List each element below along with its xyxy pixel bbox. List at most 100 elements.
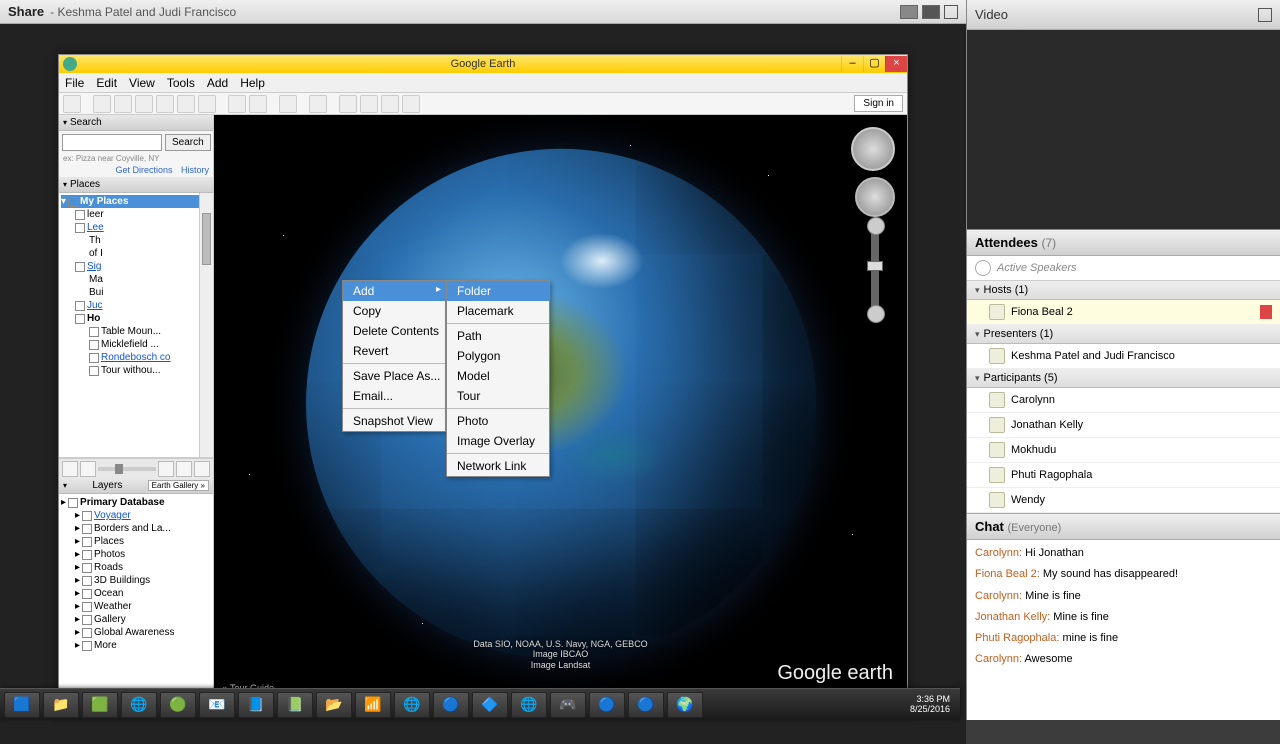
taskbar-app[interactable]: 🟦 [4, 692, 40, 718]
menu-item-copy[interactable]: Copy [343, 301, 445, 321]
places-item[interactable]: Sig [61, 260, 211, 273]
layer-item[interactable]: ▸3D Buildings [61, 574, 211, 587]
layer-item[interactable]: ▸Weather [61, 600, 211, 613]
get-directions-link[interactable]: Get Directions [115, 165, 172, 175]
history-link[interactable]: History [181, 165, 209, 175]
toolbar-btn[interactable] [63, 95, 81, 113]
places-section-header[interactable]: Places [59, 177, 213, 193]
attendee-group-header[interactable]: Participants (5) [967, 369, 1280, 388]
menu-view[interactable]: View [129, 76, 155, 90]
toolbar-btn[interactable] [309, 95, 327, 113]
menu-item-photo[interactable]: Photo [447, 411, 549, 431]
toolbar-btn[interactable] [249, 95, 267, 113]
toolbar-btn[interactable] [177, 95, 195, 113]
toolbar-btn[interactable] [114, 95, 132, 113]
attendee-item[interactable]: Mokhudu [967, 438, 1280, 463]
places-item[interactable]: of I [61, 247, 211, 260]
menu-edit[interactable]: Edit [96, 76, 117, 90]
places-item[interactable]: Rondebosch co [61, 351, 211, 364]
places-item[interactable]: Ma [61, 273, 211, 286]
search-button[interactable]: Search [165, 134, 211, 151]
toolbar-btn[interactable] [228, 95, 246, 113]
menu-add[interactable]: Add [207, 76, 228, 90]
menu-item-save-place-as-[interactable]: Save Place As... [343, 366, 445, 386]
layer-item[interactable]: ▸Voyager [61, 509, 211, 522]
context-submenu-add[interactable]: FolderPlacemarkPathPolygonModelTourPhoto… [446, 280, 550, 477]
menu-item-email-[interactable]: Email... [343, 386, 445, 406]
places-item[interactable]: Juc [61, 299, 211, 312]
tree-btn[interactable] [176, 461, 192, 477]
taskbar-app[interactable]: 🎮 [550, 692, 586, 718]
attendee-group-header[interactable]: Hosts (1) [967, 281, 1280, 300]
display-single-icon[interactable] [900, 5, 918, 19]
taskbar-app[interactable]: 🌐 [121, 692, 157, 718]
nav-look[interactable] [855, 177, 895, 217]
layer-item[interactable]: ▸Gallery [61, 613, 211, 626]
toolbar-btn[interactable] [402, 95, 420, 113]
toolbar-btn[interactable] [156, 95, 174, 113]
menu-item-delete-contents[interactable]: Delete Contents [343, 321, 445, 341]
attendee-item[interactable]: Jonathan Kelly [967, 413, 1280, 438]
menu-file[interactable]: File [65, 76, 84, 90]
my-places-root[interactable]: ▾My Places [61, 195, 211, 208]
taskbar-app[interactable]: 🔵 [589, 692, 625, 718]
places-item[interactable]: Micklefield ... [61, 338, 211, 351]
menu-tools[interactable]: Tools [167, 76, 195, 90]
attendee-item[interactable]: Fiona Beal 2 [967, 300, 1280, 325]
attendee-item[interactable]: Keshma Patel and Judi Francisco [967, 344, 1280, 369]
menu-help[interactable]: Help [240, 76, 265, 90]
menu-item-model[interactable]: Model [447, 366, 549, 386]
search-section-header[interactable]: Search [59, 115, 213, 131]
taskbar-app[interactable]: 📧 [199, 692, 235, 718]
toolbar-btn[interactable] [360, 95, 378, 113]
menu-item-network-link[interactable]: Network Link [447, 456, 549, 476]
taskbar-app[interactable]: 📂 [316, 692, 352, 718]
layer-item[interactable]: ▸Roads [61, 561, 211, 574]
menu-item-polygon[interactable]: Polygon [447, 346, 549, 366]
display-dual-icon[interactable] [922, 5, 940, 19]
ge-titlebar[interactable]: Google Earth – ▢ × [59, 55, 907, 73]
nav-compass[interactable] [851, 127, 895, 171]
layer-item[interactable]: ▸Places [61, 535, 211, 548]
layers-section-header[interactable]: Layers Earth Gallery » [59, 478, 213, 494]
close-button[interactable]: × [885, 56, 907, 72]
places-item[interactable]: Table Moun... [61, 325, 211, 338]
layer-item[interactable]: ▸Primary Database [61, 496, 211, 509]
taskbar-app[interactable]: 🟩 [82, 692, 118, 718]
tree-btn[interactable] [158, 461, 174, 477]
toolbar-btn[interactable] [381, 95, 399, 113]
layer-item[interactable]: ▸More [61, 639, 211, 652]
taskbar-app[interactable]: 📘 [238, 692, 274, 718]
menu-item-placemark[interactable]: Placemark [447, 301, 549, 321]
places-item[interactable]: Th [61, 234, 211, 247]
toolbar-btn[interactable] [93, 95, 111, 113]
active-speakers-row[interactable]: Active Speakers [967, 256, 1280, 281]
opacity-slider[interactable] [98, 467, 156, 471]
toolbar-btn[interactable] [279, 95, 297, 113]
menu-item-folder[interactable]: Folder [447, 281, 549, 301]
toolbar-btn[interactable] [339, 95, 357, 113]
layers-tree[interactable]: ▸Primary Database▸Voyager▸Borders and La… [59, 494, 213, 713]
windows-taskbar[interactable]: 🟦📁🟩🌐🟢📧📘📗📂📶🌐🔵🔷🌐🎮🔵🔵🌍3:36 PM8/25/2016 [0, 688, 960, 720]
taskbar-app[interactable]: 🌐 [511, 692, 547, 718]
menu-item-revert[interactable]: Revert [343, 341, 445, 361]
places-item[interactable]: Bui [61, 286, 211, 299]
places-item[interactable]: leer [61, 208, 211, 221]
attendee-item[interactable]: Wendy [967, 488, 1280, 513]
video-body[interactable] [967, 30, 1280, 230]
taskbar-app[interactable]: 📗 [277, 692, 313, 718]
places-item[interactable]: Ho [61, 312, 211, 325]
toolbar-btn[interactable] [198, 95, 216, 113]
menu-item-add[interactable]: Add [343, 281, 445, 301]
scrollbar[interactable] [199, 193, 213, 457]
search-input[interactable] [62, 134, 162, 151]
places-tree[interactable]: ▾My Places leerLeeThof ISigMaBuiJucHoTab… [59, 193, 213, 458]
minimize-button[interactable]: – [841, 56, 863, 72]
menu-item-tour[interactable]: Tour [447, 386, 549, 406]
earth-gallery-link[interactable]: Earth Gallery » [148, 480, 209, 491]
taskbar-clock[interactable]: 3:36 PM8/25/2016 [910, 695, 956, 715]
taskbar-app[interactable]: 🔷 [472, 692, 508, 718]
taskbar-app[interactable]: 🌐 [394, 692, 430, 718]
nav-zoom-slider[interactable] [871, 225, 879, 315]
layer-item[interactable]: ▸Borders and La... [61, 522, 211, 535]
